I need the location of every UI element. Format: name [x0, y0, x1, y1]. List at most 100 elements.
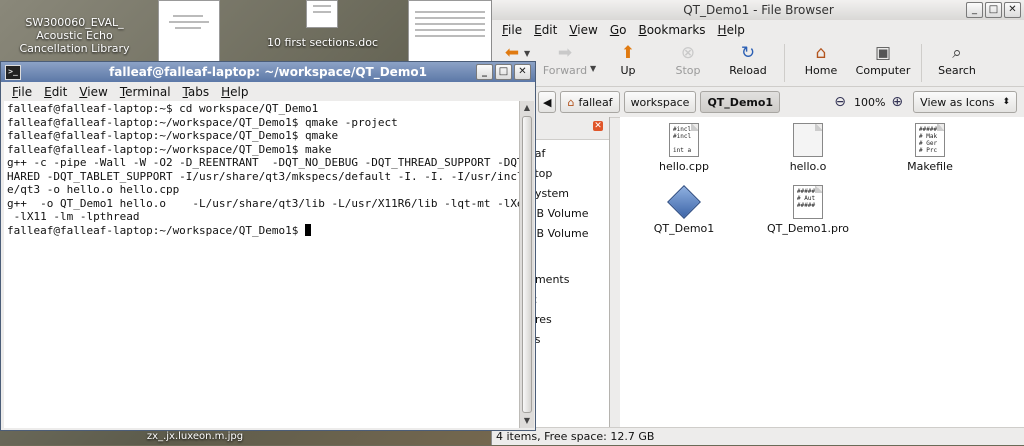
places-sidebar: ✕ eaf ktop System GB Volume GB Volume n … [528, 117, 610, 427]
file-icon-view[interactable]: #incl #incl int a hello.cpp hello.o ####… [620, 117, 1024, 427]
file-item-qt-demo1[interactable]: QT_Demo1 [634, 185, 734, 235]
maximize-button[interactable]: □ [495, 64, 512, 80]
file-browser-menubar: File Edit View Go Bookmarks Help [492, 20, 1024, 40]
computer-icon: ▣ [874, 43, 892, 63]
sidebar-item[interactable]: GB Volume [528, 224, 609, 244]
breadcrumb-qt-demo1[interactable]: QT_Demo1 [700, 91, 781, 113]
document-thumbnail-icon[interactable] [408, 0, 492, 64]
sidebar-item[interactable]: System [528, 184, 609, 204]
terminal-cursor [305, 223, 312, 236]
scrollbar-thumb[interactable] [522, 116, 532, 413]
view-mode-select[interactable]: View as Icons ⬍ [913, 91, 1017, 113]
sidebar-item[interactable]: n [528, 244, 609, 264]
menu-edit[interactable]: Edit [38, 85, 73, 99]
sidebar-item[interactable]: eaf [528, 144, 609, 164]
sidebar-item[interactable]: GB Volume [528, 204, 609, 224]
forward-history-dropdown-icon[interactable]: ▼ [590, 64, 596, 73]
zoom-out-button[interactable]: ⊖ [834, 94, 846, 110]
computer-button[interactable]: ▣ Computer [851, 40, 915, 77]
back-history-dropdown-icon[interactable]: ▼ [524, 49, 530, 58]
terminal-output[interactable]: falleaf@falleaf-laptop:~$ cd workspace/Q… [4, 101, 519, 428]
menu-bookmarks[interactable]: Bookmarks [632, 23, 711, 37]
reload-button[interactable]: ↻ Reload [718, 40, 778, 77]
up-arrow-icon: ⬆ [620, 43, 636, 63]
search-button[interactable]: ⌕ Search [928, 40, 986, 77]
maximize-button[interactable]: □ [985, 2, 1002, 18]
file-name: Makefile [907, 160, 953, 173]
terminal-window: >_ falleaf@falleaf-laptop: ~/workspace/Q… [0, 61, 536, 431]
menu-file[interactable]: File [6, 85, 38, 99]
terminal-line: g++ -c -pipe -Wall -W -O2 -D_REENTRANT -… [7, 156, 519, 169]
stop-button[interactable]: ⊗ Stop [658, 40, 718, 77]
sidebar-item[interactable]: ures [528, 310, 609, 330]
minimize-button[interactable]: _ [966, 2, 983, 18]
scroll-down-arrow-icon[interactable]: ▼ [520, 414, 534, 428]
sidebar-item[interactable]: uments [528, 270, 609, 290]
forward-label: Forward [542, 64, 588, 77]
home-folder-icon: ⌂ [567, 95, 575, 109]
home-button[interactable]: ⌂ Home [791, 40, 851, 77]
terminal-prompt: falleaf@falleaf-laptop:~/workspace/QT_De… [7, 223, 306, 237]
menu-view[interactable]: View [73, 85, 113, 99]
home-label: Home [804, 64, 838, 77]
stop-icon: ⊗ [680, 43, 696, 63]
file-item-qt-demo1-pro[interactable]: ##### # Aut ##### QT_Demo1.pro [750, 185, 866, 235]
file-item-hello-cpp[interactable]: #incl #incl int a hello.cpp [634, 123, 734, 173]
menu-tabs[interactable]: Tabs [177, 85, 216, 99]
terminal-line: falleaf@falleaf-laptop:~/workspace/QT_De… [7, 129, 339, 142]
makefile-icon: ##### # Mak # Ger # Prc [915, 123, 945, 157]
sidebar-close-icon[interactable]: ✕ [593, 121, 603, 131]
text-file-icon: ##### # Aut ##### [793, 185, 823, 219]
terminal-menubar: File Edit View Terminal Tabs Help [1, 82, 535, 102]
file-name: QT_Demo1 [653, 222, 715, 235]
file-item-hello-o[interactable]: hello.o [758, 123, 858, 173]
sidebar-item[interactable]: ic [528, 290, 609, 310]
forward-button[interactable]: ➡ ▼ Forward [532, 40, 598, 77]
menu-file[interactable]: File [496, 23, 528, 37]
window-title: falleaf@falleaf-laptop: ~/workspace/QT_D… [109, 65, 427, 79]
window-title: QT_Demo1 - File Browser [683, 3, 834, 17]
close-button[interactable]: ✕ [514, 64, 531, 80]
document-icon[interactable] [306, 0, 338, 28]
file-item-makefile[interactable]: ##### # Mak # Ger # Prc Makefile [880, 123, 980, 173]
toolbar-separator [921, 44, 922, 82]
desktop-icon-image[interactable]: zx_.jx.luxeon.m.jpg [140, 430, 250, 443]
menu-help[interactable]: Help [215, 85, 254, 99]
sidebar-item[interactable]: ktop [528, 164, 609, 184]
breadcrumb-workspace[interactable]: workspace [623, 91, 697, 113]
status-bar: 4 items, Free space: 12.7 GB [492, 427, 1024, 445]
menu-terminal[interactable]: Terminal [114, 85, 177, 99]
document-thumbnail-icon[interactable] [158, 0, 220, 62]
desktop-icon-label-line: Cancellation Library [19, 42, 130, 55]
file-name: hello.o [789, 160, 827, 173]
text-file-icon: #incl #incl int a [669, 123, 699, 157]
desktop-icon-label-line: Acoustic Echo [36, 29, 113, 42]
terminal-icon[interactable]: >_ [5, 65, 21, 80]
file-browser-titlebar[interactable]: QT_Demo1 - File Browser _ □ ✕ [492, 0, 1024, 20]
up-label: Up [620, 64, 636, 77]
file-browser-toolbar: ⬅ ▼ ➡ ▼ Forward ⬆ Up ⊗ Stop ↻ Reload ⌂ H… [492, 40, 1024, 87]
breadcrumb-falleaf[interactable]: ⌂ falleaf [560, 91, 620, 113]
menu-view[interactable]: View [563, 23, 603, 37]
desktop-icon-doc[interactable]: 10 first sections.doc [265, 36, 380, 49]
terminal-titlebar[interactable]: >_ falleaf@falleaf-laptop: ~/workspace/Q… [1, 62, 535, 82]
desktop-icon-eval-library[interactable]: SW300060_EVAL_ Acoustic Echo Cancellatio… [2, 16, 147, 55]
sidebar-item[interactable]: os [528, 330, 609, 350]
close-button[interactable]: ✕ [1004, 2, 1021, 18]
computer-label: Computer [855, 64, 911, 77]
forward-arrow-icon: ➡ [557, 43, 573, 63]
menu-go[interactable]: Go [604, 23, 633, 37]
desktop-icon-label-line: SW300060_EVAL_ [25, 16, 124, 29]
menu-edit[interactable]: Edit [528, 23, 563, 37]
breadcrumb-scroll-left-button[interactable]: ◀ [538, 91, 557, 113]
terminal-scrollbar[interactable]: ▲ ▼ [519, 101, 534, 428]
file-name: hello.cpp [659, 160, 709, 173]
terminal-line: falleaf@falleaf-laptop:~/workspace/QT_De… [7, 115, 398, 129]
menu-help[interactable]: Help [712, 23, 751, 37]
up-button[interactable]: ⬆ Up [598, 40, 658, 77]
zoom-in-button[interactable]: ⊕ [891, 94, 903, 110]
minimize-button[interactable]: _ [476, 64, 493, 80]
zoom-level[interactable]: 100% [854, 96, 885, 109]
scroll-up-arrow-icon[interactable]: ▲ [520, 101, 534, 115]
sidebar-list: eaf ktop System GB Volume GB Volume n um… [528, 140, 609, 350]
